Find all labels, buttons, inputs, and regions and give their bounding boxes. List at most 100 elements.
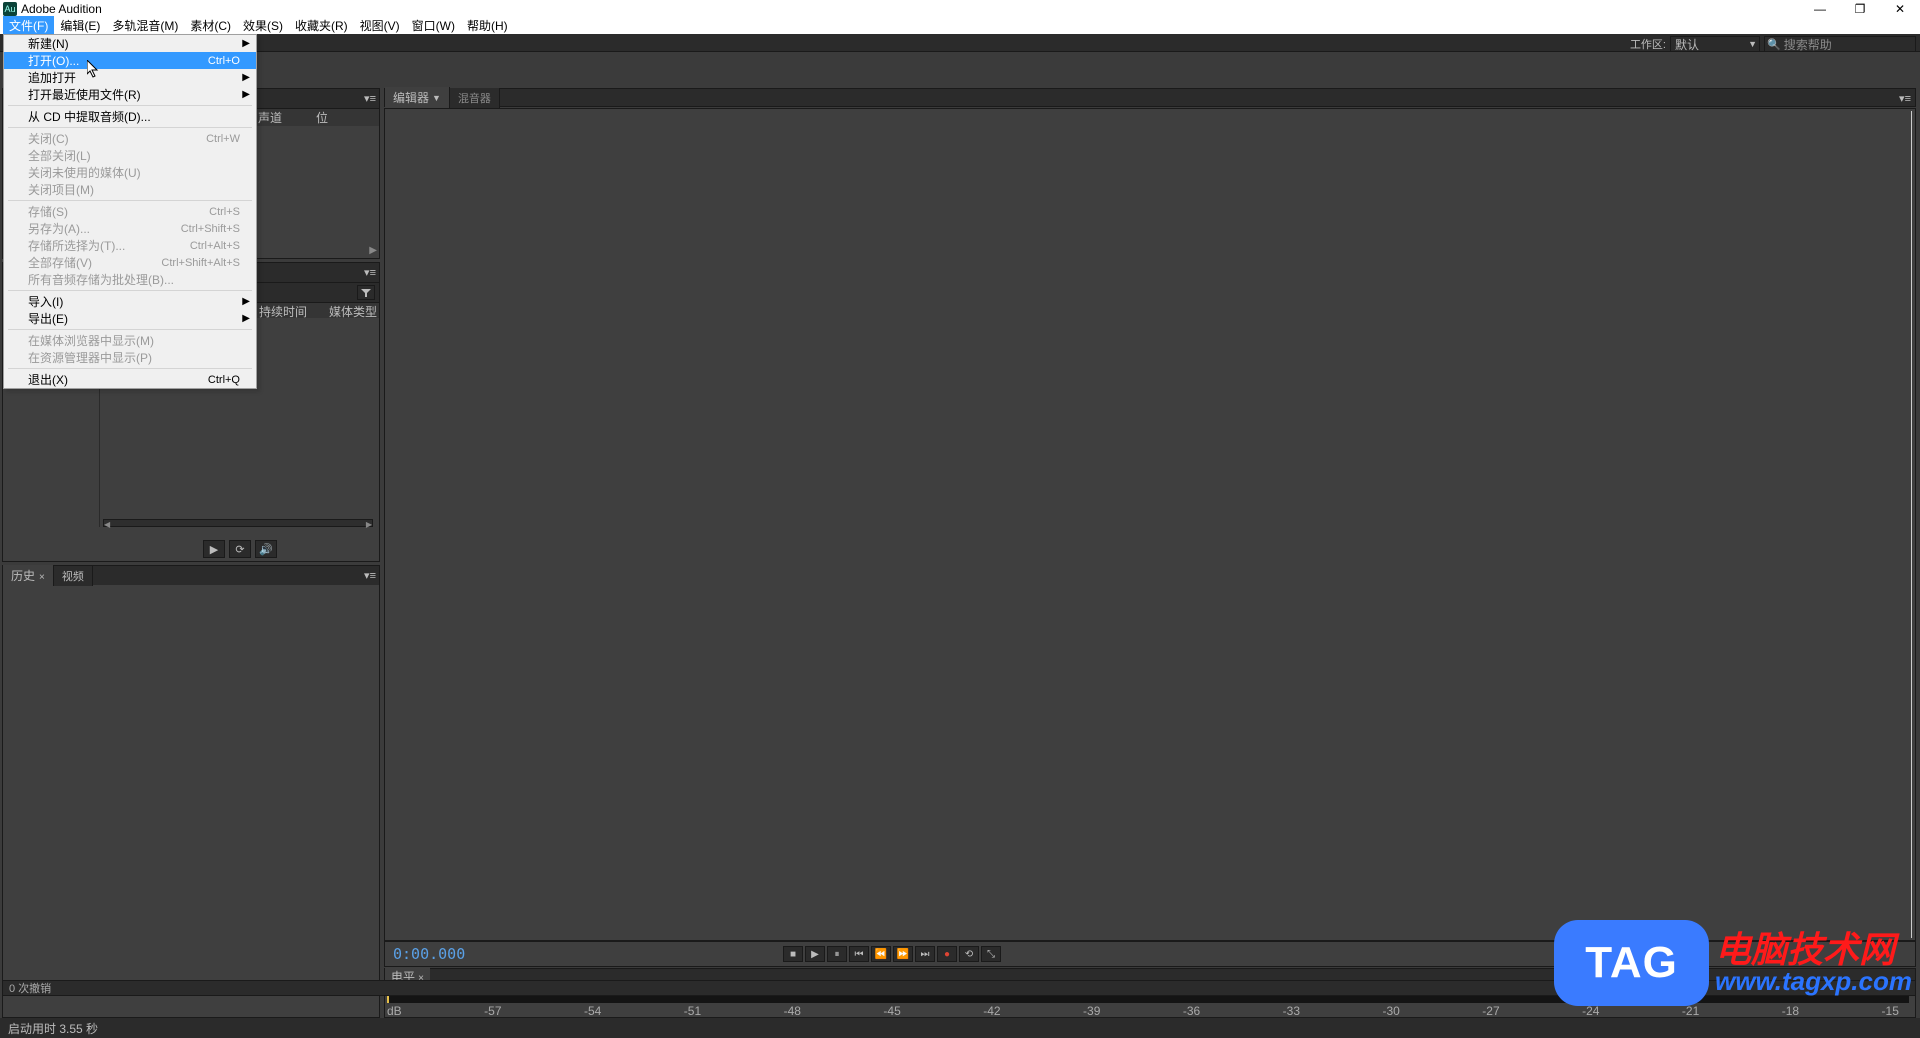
db-tick: -36 (1183, 1004, 1200, 1017)
stop-button[interactable]: ■ (783, 946, 803, 962)
db-tick: -45 (883, 1004, 900, 1017)
scroll-right-arrow[interactable]: ▶ (369, 245, 377, 256)
record-button[interactable]: ● (937, 946, 957, 962)
menu-clip[interactable]: 素材(C) (184, 16, 237, 35)
db-label: dB (387, 1004, 402, 1017)
db-tick: -51 (684, 1004, 701, 1017)
menu-file[interactable]: 文件(F) (3, 16, 54, 35)
tab-mixer[interactable]: 混音器 (450, 88, 500, 108)
file-menu-item[interactable]: 所有音频存储为批处理(B)... (4, 271, 256, 288)
watermark-tag: TAG (1554, 920, 1709, 1006)
skip-forward-button[interactable]: ⏭ (915, 946, 935, 962)
loop-button[interactable]: ⟲ (959, 946, 979, 962)
file-menu-item[interactable]: 存储所选择为(T)...Ctrl+Alt+S (4, 237, 256, 254)
db-tick: -27 (1482, 1004, 1499, 1017)
file-menu-item[interactable]: 关闭(C)Ctrl+W (4, 130, 256, 147)
pause-button[interactable]: ⏸ (827, 946, 847, 962)
close-button[interactable]: ✕ (1880, 0, 1920, 17)
col-bit[interactable]: 位 (316, 109, 361, 126)
window-controls: — ❐ ✕ (1800, 0, 1920, 17)
chevron-down-icon: ▼ (1748, 39, 1757, 49)
tab-editor[interactable]: 编辑器▼ (385, 87, 450, 108)
file-menu-item[interactable]: 导入(I)▶ (4, 293, 256, 310)
titlebar: Au Adobe Audition (0, 0, 1920, 17)
history-tabs: 历史× 视频 ▾≡ (3, 566, 379, 585)
editor-canvas[interactable] (384, 108, 1916, 941)
watermark: TAG 电脑技术网 www.tagxp.com (1554, 920, 1912, 1006)
menu-edit[interactable]: 编辑(E) (54, 16, 106, 35)
scroll-left-icon[interactable]: ◀ (104, 520, 114, 526)
editor-tabs: 编辑器▼ 混音器 ▾≡ (384, 88, 1916, 107)
panel-menu-icon[interactable]: ▾≡ (364, 569, 376, 582)
cursor-icon (87, 60, 99, 78)
search-placeholder: 搜索帮助 (1784, 36, 1832, 53)
db-tick: -42 (983, 1004, 1000, 1017)
file-menu-item[interactable]: 全部关闭(L) (4, 147, 256, 164)
status-text: 启动用时 3.55 秒 (8, 1020, 98, 1037)
menu-multitrack[interactable]: 多轨混音(M) (106, 16, 184, 35)
chevron-down-icon[interactable]: ▼ (432, 93, 441, 103)
panel-menu-icon[interactable]: ▾≡ (364, 92, 376, 105)
timecode-display[interactable]: 0:00.000 (393, 945, 465, 963)
file-menu-item[interactable]: 打开(O)...Ctrl+O (4, 52, 256, 69)
col-duration[interactable]: 持续时间 (259, 303, 329, 318)
menu-effects[interactable]: 效果(S) (237, 16, 289, 35)
editor-area: 编辑器▼ 混音器 ▾≡ 0:00.000 ■ ▶ ⏸ ⏮ ⏪ ⏩ ⏭ ● ⟲ ⤡ (384, 88, 1916, 1018)
watermark-text: 电脑技术网 www.tagxp.com (1715, 932, 1912, 994)
toolbar-right: 工作区: 默认 ▼ 🔍 搜索帮助 (1630, 36, 1916, 52)
filter-button[interactable] (357, 285, 375, 300)
skip-back-button[interactable]: ⏮ (849, 946, 869, 962)
v-scroll-indicator[interactable] (1911, 111, 1912, 938)
db-tick: -30 (1382, 1004, 1399, 1017)
play-button[interactable]: ▶ (805, 946, 825, 962)
watermark-line1: 电脑技术网 (1715, 932, 1912, 968)
minimize-button[interactable]: — (1800, 0, 1840, 17)
help-search[interactable]: 🔍 搜索帮助 (1764, 36, 1916, 52)
file-menu-item[interactable]: 关闭未使用的媒体(U) (4, 164, 256, 181)
tab-video[interactable]: 视频 (54, 566, 93, 586)
file-menu-item[interactable]: 全部存储(V)Ctrl+Shift+Alt+S (4, 254, 256, 271)
file-menu-dropdown: 新建(N)▶打开(O)...Ctrl+O追加打开▶打开最近使用文件(R)▶ 从 C… (3, 34, 257, 389)
col-channels[interactable]: 声道 (258, 109, 316, 126)
file-menu-item[interactable]: 打开最近使用文件(R)▶ (4, 86, 256, 103)
panel-menu-icon[interactable]: ▾≡ (1899, 92, 1911, 105)
file-menu-item[interactable]: 存储(S)Ctrl+S (4, 203, 256, 220)
db-tick: -33 (1283, 1004, 1300, 1017)
file-menu-item[interactable]: 从 CD 中提取音频(D)... (4, 108, 256, 125)
menu-help[interactable]: 帮助(H) (461, 16, 514, 35)
forward-button[interactable]: ⏩ (893, 946, 913, 962)
skip-selection-button[interactable]: ⤡ (981, 946, 1001, 962)
workspace-label: 工作区: (1630, 36, 1666, 52)
db-tick: -39 (1083, 1004, 1100, 1017)
history-body (3, 586, 379, 1017)
workspace-current: 默认 (1675, 36, 1699, 53)
h-scrollbar[interactable]: ◀ ▶ (103, 519, 373, 527)
menu-favorites[interactable]: 收藏夹(R) (289, 16, 354, 35)
preview-loop-button[interactable]: ⟳ (229, 540, 251, 558)
menubar: 文件(F) 编辑(E) 多轨混音(M) 素材(C) 效果(S) 收藏夹(R) 视… (0, 17, 1920, 34)
file-menu-item[interactable]: 新建(N)▶ (4, 35, 256, 52)
file-menu-item[interactable]: 导出(E)▶ (4, 310, 256, 327)
menu-view[interactable]: 视图(V) (354, 16, 406, 35)
preview-autoplay-button[interactable]: 🔊 (255, 540, 277, 558)
maximize-button[interactable]: ❐ (1840, 0, 1880, 17)
file-menu-item[interactable]: 在媒体浏览器中显示(M) (4, 332, 256, 349)
tab-history[interactable]: 历史× (3, 565, 54, 586)
preview-play-button[interactable]: ▶ (203, 540, 225, 558)
watermark-line2: www.tagxp.com (1715, 968, 1912, 994)
close-icon[interactable]: × (39, 572, 45, 583)
db-tick: -54 (584, 1004, 601, 1017)
col-media-type[interactable]: 媒体类型 (329, 303, 379, 318)
file-menu-item[interactable]: 在资源管理器中显示(P) (4, 349, 256, 366)
file-menu-item[interactable]: 关闭项目(M) (4, 181, 256, 198)
history-panel: 历史× 视频 ▾≡ (2, 565, 380, 1018)
workspace-dropdown[interactable]: 默认 ▼ (1670, 36, 1760, 52)
scroll-right-icon[interactable]: ▶ (362, 520, 372, 526)
file-menu-item[interactable]: 另存为(A)...Ctrl+Shift+S (4, 220, 256, 237)
panel-menu-icon[interactable]: ▾≡ (364, 266, 376, 279)
menu-window[interactable]: 窗口(W) (406, 16, 461, 35)
app-title: Adobe Audition (21, 2, 102, 16)
file-menu-item[interactable]: 退出(X)Ctrl+Q (4, 371, 256, 388)
file-menu-item[interactable]: 追加打开▶ (4, 69, 256, 86)
rewind-button[interactable]: ⏪ (871, 946, 891, 962)
